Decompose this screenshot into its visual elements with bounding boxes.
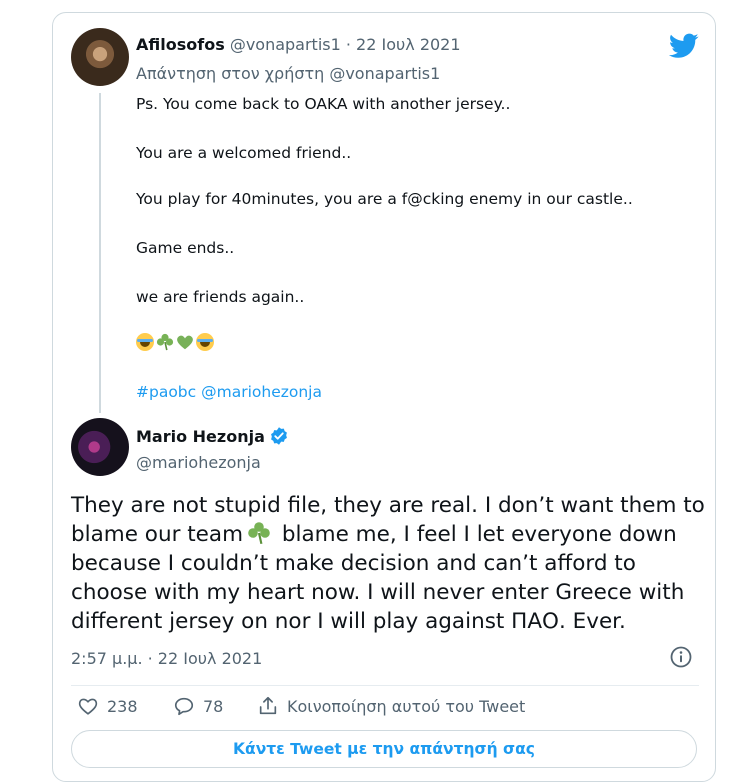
info-icon[interactable] [669,645,693,669]
shamrock-emoji-icon [156,333,174,351]
main-author-name-row[interactable]: Mario Hezonja [136,426,289,446]
joy-emoji-icon [136,333,154,351]
hashtag-link[interactable]: #paobc [136,383,196,401]
joy-emoji-icon [196,333,214,351]
tweet-embed-card: Afilosofos @vonapartis1 · 22 Ιουλ 2021 Α… [52,12,716,782]
tweet-text-line: different jersey on nor I will play agai… [71,609,626,634]
shamrock-emoji-icon [248,522,270,545]
tweet-your-reply-button[interactable]: Κάντε Tweet με την απάντησή σας [71,730,697,768]
quoted-text-line: You play for 40minutes, you are a f@ckin… [136,190,633,208]
main-tweet-text: They are not stupid file, they are real.… [71,491,711,636]
quoted-text-line: Game ends.. [136,239,235,257]
reply-to-label: Απάντηση στον χρήστη @vonapartis1 [136,64,441,83]
like-action[interactable]: 238 [77,695,138,717]
mention-link[interactable]: @mariohezonja [201,383,322,401]
tweet-text-line: They are not stupid file, they are real.… [71,493,705,518]
tweet-text-segment: blame our team [71,522,244,547]
quoted-text-line: we are friends again.. [136,288,305,306]
quoted-author-meta: @vonapartis1 · 22 Ιουλ 2021 [229,35,461,54]
tweet-timestamp[interactable]: 2:57 μ.μ. · 22 Ιουλ 2021 [71,649,262,668]
share-icon [259,696,277,715]
tweet-text-line: because I couldn’t make decision and can… [71,551,636,576]
quoted-tags: #paobc @mariohezonja [136,383,322,401]
tweet-text-line-with-emoji: blame our team blame me, I feel I let ev… [71,520,711,549]
reply-count: 78 [203,696,224,716]
share-action[interactable]: Κοινοποίηση αυτού του Tweet [257,695,525,717]
twitter-logo-icon[interactable] [669,33,699,59]
green-heart-emoji-icon [177,335,193,350]
quoted-author-name[interactable]: Afilosofos [136,35,225,54]
like-count: 238 [107,696,138,716]
actions-divider [71,685,699,686]
tweet-text-line: choose with my heart now. I will never e… [71,580,685,605]
reply-action[interactable]: 78 [173,695,223,717]
verified-badge-icon [270,427,287,445]
tweet-text-segment: blame me, I feel I let everyone down [275,522,677,547]
heart-icon [78,698,98,715]
quoted-tweet-header: Afilosofos @vonapartis1 · 22 Ιουλ 2021 [136,35,461,54]
main-author-name[interactable]: Mario Hezonja [136,427,265,446]
quoted-text-line: Ps. You come back to OAKA with another j… [136,95,511,113]
avatar-mario-hezonja[interactable] [71,418,129,476]
emoji-row [136,333,214,351]
reply-bubble-icon [174,697,194,716]
main-author-handle[interactable]: @mariohezonja [136,453,261,472]
thread-connector-line [99,93,101,413]
share-label: Κοινοποίηση αυτού του Tweet [287,696,526,716]
quoted-text-line: You are a welcomed friend.. [136,144,352,162]
avatar-afilosofos[interactable] [71,28,129,86]
